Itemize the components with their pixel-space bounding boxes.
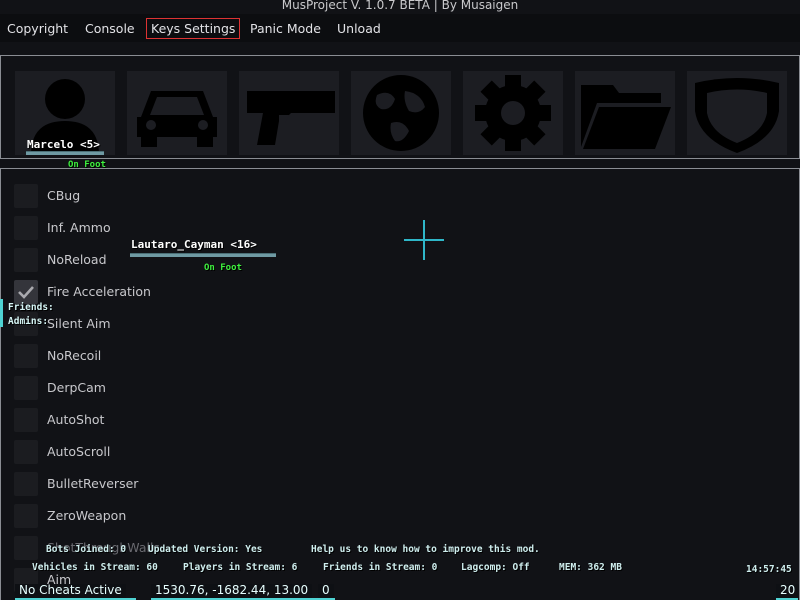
sidebar-marker — [0, 299, 3, 327]
gear-icon — [475, 75, 551, 151]
option-label: CBug — [47, 188, 81, 203]
car-icon — [137, 91, 217, 147]
friends-label: Friends: — [8, 302, 54, 313]
tab-weapon[interactable] — [239, 71, 339, 155]
folder-icon — [581, 85, 671, 149]
player-state: On Foot — [204, 263, 242, 273]
option-label: Inf. Ammo — [47, 220, 111, 235]
globe-icon — [363, 75, 439, 151]
option-label: Fire Acceleration — [47, 284, 151, 299]
hud-zero: 0 — [318, 584, 334, 598]
player-state: On Foot — [68, 160, 106, 170]
checkmark-icon — [18, 286, 34, 299]
option-label: DerpCam — [47, 380, 106, 395]
menu-console[interactable]: Console — [80, 18, 140, 39]
checkbox[interactable] — [14, 216, 38, 240]
bots-joined: Bots Joined: 0 — [46, 544, 127, 555]
option-label: BulletReverser — [47, 476, 139, 491]
tab-world[interactable] — [351, 71, 451, 155]
option-label: ZeroWeapon — [47, 508, 127, 523]
checkbox[interactable] — [14, 344, 38, 368]
checkbox[interactable] — [14, 408, 38, 432]
menu-panic-mode[interactable]: Panic Mode — [245, 18, 326, 39]
checkbox[interactable] — [14, 536, 38, 560]
players-in-stream: Players in Stream: 6 — [183, 562, 298, 573]
memory-usage: MEM: 362 MB — [559, 562, 622, 573]
option-label: Silent Aim — [47, 316, 111, 331]
player-health-bar — [26, 151, 104, 155]
menu-copyright[interactable]: Copyright — [2, 18, 73, 39]
tab-protection[interactable] — [687, 71, 787, 155]
tab-settings[interactable] — [463, 71, 563, 155]
tab-files[interactable] — [575, 71, 675, 155]
checkbox[interactable] — [14, 184, 38, 208]
vehicles-in-stream: Vehicles in Stream: 60 — [32, 562, 158, 573]
menu-unload[interactable]: Unload — [332, 18, 386, 39]
option-label: NoRecoil — [47, 348, 102, 363]
option-label: AutoShot — [47, 412, 105, 427]
admins-label: Admins: — [8, 316, 49, 327]
checkbox[interactable] — [14, 248, 38, 272]
category-panel — [0, 55, 800, 159]
help-message: Help us to know how to improve this mod. — [311, 544, 540, 555]
player-nametag: Marcelo <5> — [27, 138, 100, 151]
clock: 14:57:45 — [746, 564, 792, 575]
tab-vehicle[interactable] — [127, 71, 227, 155]
menu-keys-settings[interactable]: Keys Settings — [146, 18, 241, 39]
checkbox[interactable] — [14, 376, 38, 400]
player-nametag: Lautaro_Cayman <16> — [131, 238, 257, 251]
checkbox[interactable] — [14, 504, 38, 528]
shield-icon — [695, 78, 779, 153]
option-label: NoReload — [47, 252, 107, 267]
friends-in-stream: Friends in Stream: 0 — [323, 562, 438, 573]
window-title: MusProject V. 1.0.7 BETA | By Musaigen — [281, 0, 519, 12]
updated-version: Updated Version: Yes — [148, 544, 263, 555]
ammo-count: 20 — [776, 584, 800, 598]
cheats-status: No Cheats Active — [15, 584, 126, 598]
checkbox-checked[interactable] — [14, 280, 38, 304]
options-panel — [0, 168, 800, 600]
player-coordinates: 1530.76, -1682.44, 13.00 — [151, 584, 313, 598]
option-label: AutoScroll — [47, 444, 111, 459]
checkbox[interactable] — [14, 440, 38, 464]
menu-bar: Copyright Console Keys Settings Panic Mo… — [0, 14, 800, 42]
player-health-bar — [130, 253, 276, 257]
crosshair — [423, 220, 425, 260]
checkbox[interactable] — [14, 472, 38, 496]
lagcomp-status: Lagcomp: Off — [461, 562, 530, 573]
pistol-icon — [247, 91, 335, 145]
